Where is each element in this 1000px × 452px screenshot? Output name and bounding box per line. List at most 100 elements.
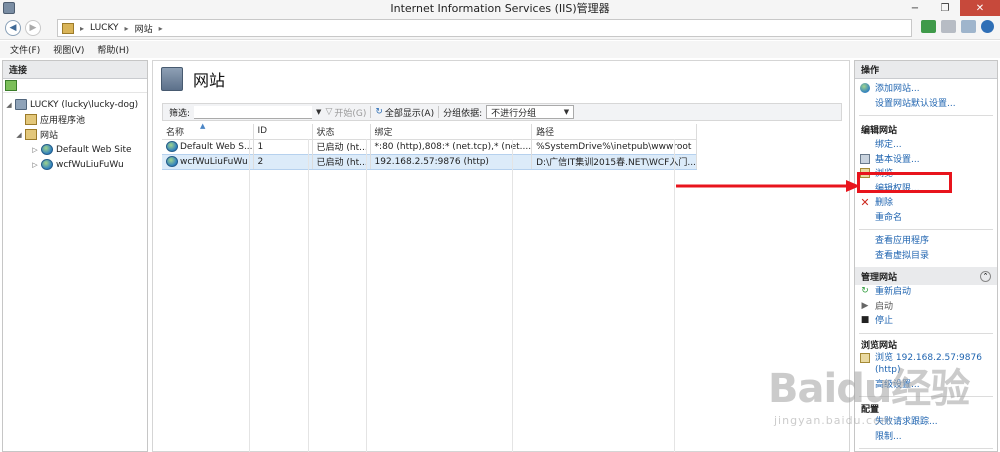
action-label: 基本设置... <box>875 154 920 165</box>
group-by-value: 不进行分组 <box>491 108 537 119</box>
action-rename[interactable]: 重命名 <box>859 211 997 226</box>
column-divider <box>249 139 250 452</box>
action-stop[interactable]: ■ 停止 <box>859 314 997 329</box>
breadcrumb-separator: ▸ <box>80 23 85 33</box>
app-pool-icon <box>25 114 37 125</box>
show-all-icon: ↻ <box>375 107 383 117</box>
chevron-down-icon: ▼ <box>563 108 570 116</box>
divider <box>859 332 993 334</box>
connect-icon[interactable] <box>5 80 17 91</box>
menu-file[interactable]: 文件(F) <box>10 43 40 56</box>
action-basic-settings[interactable]: 基本设置... <box>859 153 997 168</box>
help-icon[interactable] <box>981 20 994 33</box>
site-name: wcfWuLiuFuWu <box>180 157 248 167</box>
actions-top: 添加网站... 设置网站默认设置... 编辑网站 绑定... 基本设置... 浏… <box>855 79 997 452</box>
action-label: 查看虚拟目录 <box>875 250 930 261</box>
tree-item-sites[interactable]: ◢ 网站 <box>3 127 147 142</box>
action-bindings[interactable]: 绑定... <box>859 138 997 153</box>
action-browse-url[interactable]: 浏览 192.168.2.57:9876 (http) <box>859 352 997 376</box>
column-label: 名称 <box>166 127 185 138</box>
window-controls: − ❐ ✕ <box>900 0 1000 16</box>
toolbar-icons <box>921 20 994 33</box>
tree-item-label: 网站 <box>40 131 59 141</box>
annotation-highlight-box <box>857 172 952 193</box>
edit-site-heading: 编辑网站 <box>861 125 898 136</box>
column-path[interactable]: 路径 <box>531 124 697 140</box>
tree-item-default-web-site[interactable]: ▷ Default Web Site <box>3 142 147 157</box>
collapse-icon[interactable]: ⌃ <box>980 270 991 282</box>
expand-icon[interactable]: ◢ <box>5 101 13 109</box>
forward-arrow-icon: ▶ <box>29 23 37 33</box>
sites-page-icon <box>161 67 183 91</box>
table-row[interactable]: wcfWuLiuFuWu 2 已启动 (ht... 192.168.2.57:9… <box>162 153 697 170</box>
tree-item-label: LUCKY (lucky\lucky-dog) <box>30 99 139 110</box>
page-title: 网站 <box>193 71 226 90</box>
action-failed-request-tracing[interactable]: 失败请求跟踪... <box>859 415 997 430</box>
forward-button[interactable]: ▶ <box>25 20 41 36</box>
separator <box>438 106 440 118</box>
expand-icon[interactable]: ▷ <box>31 161 39 169</box>
show-all-label: 全部显示(A) <box>384 108 435 119</box>
menu-view[interactable]: 视图(V) <box>53 43 84 56</box>
action-label: 停止 <box>875 316 894 326</box>
action-add-site[interactable]: 添加网站... <box>859 82 997 97</box>
tree-item-app-pools[interactable]: 应用程序池 <box>3 112 147 127</box>
manage-site-title: 管理网站 <box>861 272 898 283</box>
action-restart[interactable]: ↻ 重新启动 <box>859 285 997 300</box>
action-label: 浏览 192.168.2.57:9876 (http) <box>875 352 982 375</box>
close-button[interactable]: ✕ <box>960 0 1000 16</box>
table-row[interactable]: Default Web S... 1 已启动 (ht... *:80 (http… <box>162 139 697 154</box>
expand-icon[interactable]: ◢ <box>15 131 23 139</box>
address-path[interactable]: ▸ LUCKY ▸ 网站 ▸ <box>57 19 912 37</box>
server-icon <box>15 99 27 110</box>
action-site-defaults[interactable]: 设置网站默认设置... <box>859 97 997 112</box>
browse-url-icon <box>859 352 871 364</box>
column-binding[interactable]: 绑定 <box>370 124 533 140</box>
connections-tree: ◢ LUCKY (lucky\lucky-dog) 应用程序池 ◢ 网站 ▷ D… <box>3 93 147 172</box>
breadcrumb-sites[interactable]: 网站 <box>135 22 153 35</box>
annotation-arrow <box>676 180 860 192</box>
separator <box>370 106 372 118</box>
action-advanced-settings[interactable]: 高级设置... <box>859 378 997 393</box>
column-divider <box>674 139 675 452</box>
action-limits[interactable]: 限制... <box>859 430 997 445</box>
stop-loading-icon[interactable] <box>941 20 956 33</box>
globe-icon <box>41 159 53 170</box>
action-label: 启动 <box>875 301 894 312</box>
menu-help[interactable]: 帮助(H) <box>97 43 129 56</box>
filter-dropdown-icon[interactable]: ▼ <box>316 108 321 116</box>
minimize-button[interactable]: − <box>900 0 930 16</box>
site-binding: 192.168.2.57:9876 (http) <box>370 153 533 170</box>
action-view-applications[interactable]: 查看应用程序 <box>859 234 997 249</box>
column-name[interactable]: ▲ 名称 <box>162 122 254 140</box>
tree-item-wcf-site[interactable]: ▷ wcfWuLiuFuWu <box>3 157 147 172</box>
content-header: 网站 <box>153 61 849 97</box>
start-icon: ▶ <box>861 300 869 311</box>
back-button[interactable]: ◀ <box>5 20 21 36</box>
connections-toolbar <box>3 79 147 93</box>
funnel-icon: ▽ <box>325 107 333 117</box>
group-by-select[interactable]: 不进行分组 ▼ <box>486 105 575 119</box>
start-filter-button[interactable]: ▽ 开始(G) <box>325 106 366 119</box>
action-view-virtual-dirs[interactable]: 查看虚拟目录 <box>859 249 997 264</box>
refresh-icon[interactable] <box>921 20 936 33</box>
iis-app-icon <box>3 2 15 14</box>
breadcrumb-lucky[interactable]: LUCKY <box>90 23 119 33</box>
actions-panel: 操作 添加网站... 设置网站默认设置... 编辑网站 绑定... 基本设置..… <box>854 60 998 452</box>
filter-bar: 筛选: ▼ ▽ 开始(G) ↻ 全部显示(A) 分组依据: 不进行分组 ▼ <box>162 103 842 121</box>
expand-icon[interactable]: ▷ <box>31 146 39 154</box>
action-delete[interactable]: ✕ 删除 <box>859 196 997 211</box>
table-header-row: ▲ 名称 ID 状态 绑定 路径 <box>162 122 697 140</box>
stop-icon: ■ <box>860 315 870 325</box>
home-nav-icon[interactable] <box>961 20 976 33</box>
action-label: 重命名 <box>875 212 903 223</box>
column-id[interactable]: ID <box>253 124 313 140</box>
tree-item-server[interactable]: ◢ LUCKY (lucky\lucky-dog) <box>3 97 147 112</box>
delete-icon: ✕ <box>860 195 870 209</box>
sites-content: 网站 筛选: ▼ ▽ 开始(G) ↻ 全部显示(A) 分组依据: 不进行分组 ▼… <box>152 60 850 452</box>
show-all-button[interactable]: ↻ 全部显示(A) <box>375 106 434 119</box>
column-status[interactable]: 状态 <box>312 124 371 140</box>
filter-input[interactable] <box>194 105 313 119</box>
maximize-button[interactable]: ❐ <box>930 0 960 16</box>
